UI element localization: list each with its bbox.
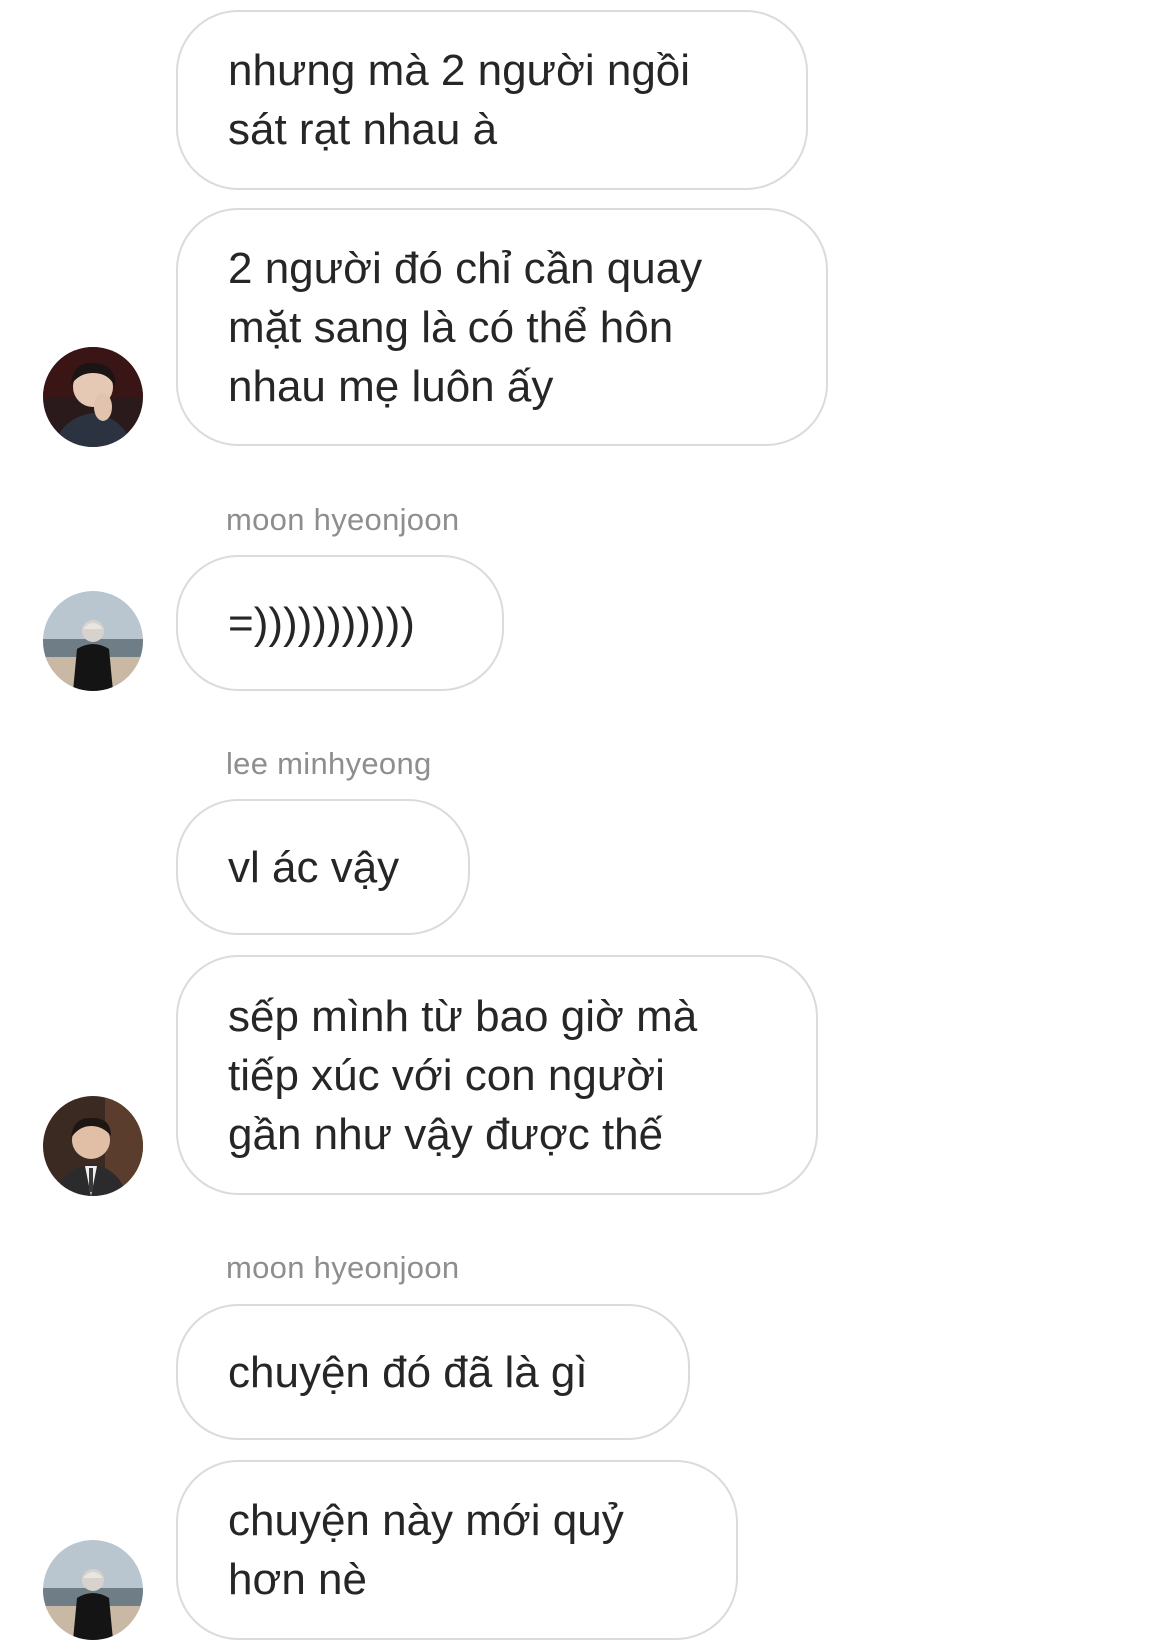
profile-photo-icon (43, 591, 143, 691)
message-bubble[interactable]: chuyện đó đã là gì (176, 1304, 690, 1440)
message-bubble[interactable]: =))))))))))) (176, 555, 504, 691)
profile-photo-icon (43, 1096, 143, 1196)
sender-name: moon hyeonjoon (226, 502, 460, 537)
avatar[interactable] (43, 591, 143, 691)
sender-name: lee minhyeong (226, 746, 432, 781)
message-bubble[interactable]: chuyện này mới quỷ hơn nè (176, 1460, 738, 1640)
profile-photo-icon (43, 347, 143, 447)
message-thread: nhưng mà 2 người ngồi sát rạt nhau à 2 n… (0, 0, 1170, 1652)
avatar[interactable] (43, 1540, 143, 1640)
avatar[interactable] (43, 1096, 143, 1196)
message-bubble[interactable]: 2 người đó chỉ cần quay mặt sang là có t… (176, 208, 828, 446)
message-bubble[interactable]: nhưng mà 2 người ngồi sát rạt nhau à (176, 10, 808, 190)
sender-name: moon hyeonjoon (226, 1250, 460, 1285)
message-bubble[interactable]: sếp mình từ bao giờ mà tiếp xúc với con … (176, 955, 818, 1195)
avatar[interactable] (43, 347, 143, 447)
message-bubble[interactable]: vl ác vậy (176, 799, 470, 935)
profile-photo-icon (43, 1540, 143, 1640)
